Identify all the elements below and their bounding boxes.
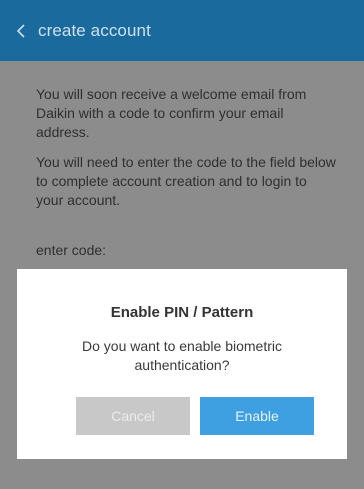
biometric-dialog: Enable PIN / Pattern Do you want to enab… xyxy=(17,269,347,459)
page-title: create account xyxy=(38,20,151,40)
chevron-left-icon[interactable] xyxy=(12,19,30,43)
enter-code-instructions: You will need to enter the code to the f… xyxy=(36,154,336,208)
app-bar: create account xyxy=(0,0,364,61)
cancel-button[interactable]: Cancel xyxy=(76,397,190,435)
welcome-email-text: You will soon receive a welcome email fr… xyxy=(36,86,307,140)
dialog-message: Do you want to enable biometric authenti… xyxy=(82,338,282,373)
enable-button[interactable]: Enable xyxy=(200,397,314,435)
code-field-label: enter code: xyxy=(36,242,107,258)
dialog-title: Enable PIN / Pattern xyxy=(110,304,254,321)
